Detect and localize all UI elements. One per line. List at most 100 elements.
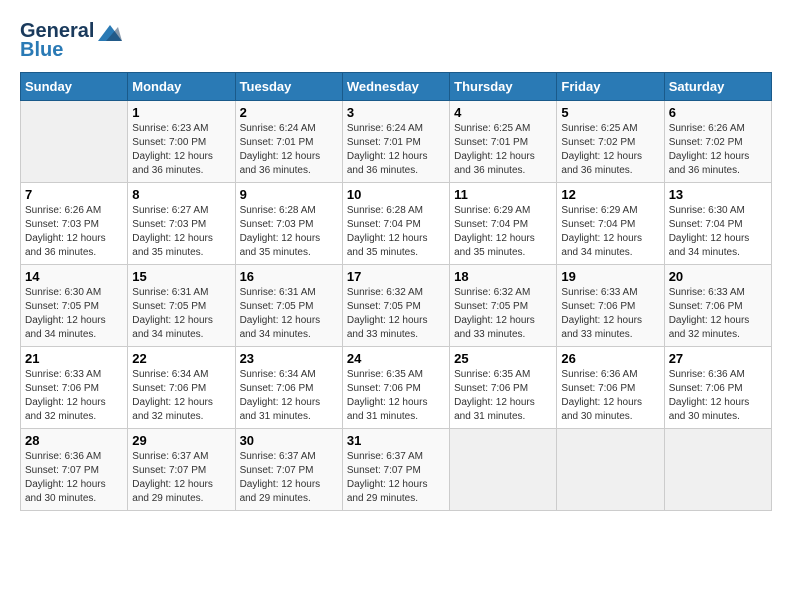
day-info: Sunrise: 6:35 AMSunset: 7:06 PMDaylight:… xyxy=(454,368,552,424)
day-number: 11 xyxy=(454,187,552,202)
calendar-cell: 28 Sunrise: 6:36 AMSunset: 7:07 PMDayligh… xyxy=(21,429,128,511)
day-number: 5 xyxy=(561,105,659,120)
day-number: 29 xyxy=(132,433,230,448)
day-number: 7 xyxy=(25,187,123,202)
calendar-cell: 7 Sunrise: 6:26 AMSunset: 7:03 PMDaylight… xyxy=(21,183,128,265)
day-info: Sunrise: 6:33 AMSunset: 7:06 PMDaylight:… xyxy=(25,368,123,424)
day-info: Sunrise: 6:37 AMSunset: 7:07 PMDaylight:… xyxy=(240,450,338,506)
day-number: 20 xyxy=(669,269,767,284)
day-number: 26 xyxy=(561,351,659,366)
calendar-cell: 23Sunrise: 6:34 AMSunset: 7:06 PMDayligh… xyxy=(235,347,342,429)
day-info: Sunrise: 6:36 AMSunset: 7:06 PMDaylight:… xyxy=(669,368,767,424)
calendar-cell: 29 Sunrise: 6:37 AMSunset: 7:07 PMDayligh… xyxy=(128,429,235,511)
calendar-cell: 25 Sunrise: 6:35 AMSunset: 7:06 PMDayligh… xyxy=(450,347,557,429)
day-info: Sunrise: 6:31 AMSunset: 7:05 PMDaylight:… xyxy=(240,286,338,342)
day-info: Sunrise: 6:26 AMSunset: 7:03 PMDaylight:… xyxy=(25,204,123,260)
day-info: Sunrise: 6:37 AMSunset: 7:07 PMDaylight:… xyxy=(347,450,445,506)
day-info: Sunrise: 6:36 AMSunset: 7:06 PMDaylight:… xyxy=(561,368,659,424)
calendar-cell: 3Sunrise: 6:24 AMSunset: 7:01 PMDaylight… xyxy=(342,101,449,183)
logo-blue-text: Blue xyxy=(20,39,63,62)
logo-icon xyxy=(98,23,122,43)
day-number: 3 xyxy=(347,105,445,120)
col-header-friday: Friday xyxy=(557,73,664,101)
day-info: Sunrise: 6:25 AMSunset: 7:01 PMDaylight:… xyxy=(454,122,552,178)
calendar-cell: 24 Sunrise: 6:35 AMSunset: 7:06 PMDayligh… xyxy=(342,347,449,429)
day-number: 17 xyxy=(347,269,445,284)
page-header: General Blue xyxy=(20,20,772,62)
day-number: 21 xyxy=(25,351,123,366)
col-header-sunday: Sunday xyxy=(21,73,128,101)
calendar-cell xyxy=(450,429,557,511)
day-info: Sunrise: 6:37 AMSunset: 7:07 PMDaylight:… xyxy=(132,450,230,506)
calendar-cell: 18 Sunrise: 6:32 AMSunset: 7:05 PMDayligh… xyxy=(450,265,557,347)
day-number: 25 xyxy=(454,351,552,366)
calendar-cell: 30 Sunrise: 6:37 AMSunset: 7:07 PMDayligh… xyxy=(235,429,342,511)
day-number: 1 xyxy=(132,105,230,120)
col-header-thursday: Thursday xyxy=(450,73,557,101)
day-number: 22 xyxy=(132,351,230,366)
day-number: 6 xyxy=(669,105,767,120)
day-info: Sunrise: 6:29 AMSunset: 7:04 PMDaylight:… xyxy=(561,204,659,260)
calendar-cell: 20Sunrise: 6:33 AMSunset: 7:06 PMDayligh… xyxy=(664,265,771,347)
calendar-cell: 4 Sunrise: 6:25 AMSunset: 7:01 PMDaylight… xyxy=(450,101,557,183)
day-info: Sunrise: 6:28 AMSunset: 7:03 PMDaylight:… xyxy=(240,204,338,260)
calendar-cell: 26 Sunrise: 6:36 AMSunset: 7:06 PMDayligh… xyxy=(557,347,664,429)
calendar-week-5: 28 Sunrise: 6:36 AMSunset: 7:07 PMDayligh… xyxy=(21,429,772,511)
day-info: Sunrise: 6:34 AMSunset: 7:06 PMDaylight:… xyxy=(132,368,230,424)
day-number: 28 xyxy=(25,433,123,448)
day-number: 12 xyxy=(561,187,659,202)
day-number: 24 xyxy=(347,351,445,366)
day-info: Sunrise: 6:24 AMSunset: 7:01 PMDaylight:… xyxy=(240,122,338,178)
calendar-cell: 15 Sunrise: 6:31 AMSunset: 7:05 PMDayligh… xyxy=(128,265,235,347)
calendar-week-3: 14Sunrise: 6:30 AMSunset: 7:05 PMDayligh… xyxy=(21,265,772,347)
day-info: Sunrise: 6:23 AMSunset: 7:00 PMDaylight:… xyxy=(132,122,230,178)
day-info: Sunrise: 6:32 AMSunset: 7:05 PMDaylight:… xyxy=(347,286,445,342)
day-info: Sunrise: 6:32 AMSunset: 7:05 PMDaylight:… xyxy=(454,286,552,342)
calendar-cell xyxy=(21,101,128,183)
calendar-cell: 19 Sunrise: 6:33 AMSunset: 7:06 PMDayligh… xyxy=(557,265,664,347)
day-number: 30 xyxy=(240,433,338,448)
day-number: 9 xyxy=(240,187,338,202)
calendar-cell: 27 Sunrise: 6:36 AMSunset: 7:06 PMDayligh… xyxy=(664,347,771,429)
calendar-table: SundayMondayTuesdayWednesdayThursdayFrid… xyxy=(20,72,772,511)
calendar-cell: 9 Sunrise: 6:28 AMSunset: 7:03 PMDaylight… xyxy=(235,183,342,265)
calendar-cell: 10Sunrise: 6:28 AMSunset: 7:04 PMDayligh… xyxy=(342,183,449,265)
day-info: Sunrise: 6:29 AMSunset: 7:04 PMDaylight:… xyxy=(454,204,552,260)
day-info: Sunrise: 6:30 AMSunset: 7:04 PMDaylight:… xyxy=(669,204,767,260)
day-number: 19 xyxy=(561,269,659,284)
day-info: Sunrise: 6:36 AMSunset: 7:07 PMDaylight:… xyxy=(25,450,123,506)
day-number: 23 xyxy=(240,351,338,366)
calendar-cell: 12 Sunrise: 6:29 AMSunset: 7:04 PMDayligh… xyxy=(557,183,664,265)
day-number: 18 xyxy=(454,269,552,284)
calendar-header-row: SundayMondayTuesdayWednesdayThursdayFrid… xyxy=(21,73,772,101)
calendar-cell xyxy=(664,429,771,511)
day-info: Sunrise: 6:35 AMSunset: 7:06 PMDaylight:… xyxy=(347,368,445,424)
day-number: 2 xyxy=(240,105,338,120)
calendar-cell: 17 Sunrise: 6:32 AMSunset: 7:05 PMDayligh… xyxy=(342,265,449,347)
col-header-monday: Monday xyxy=(128,73,235,101)
day-info: Sunrise: 6:33 AMSunset: 7:06 PMDaylight:… xyxy=(561,286,659,342)
col-header-tuesday: Tuesday xyxy=(235,73,342,101)
day-info: Sunrise: 6:25 AMSunset: 7:02 PMDaylight:… xyxy=(561,122,659,178)
day-number: 16 xyxy=(240,269,338,284)
calendar-cell: 14Sunrise: 6:30 AMSunset: 7:05 PMDayligh… xyxy=(21,265,128,347)
day-info: Sunrise: 6:26 AMSunset: 7:02 PMDaylight:… xyxy=(669,122,767,178)
day-number: 31 xyxy=(347,433,445,448)
day-number: 4 xyxy=(454,105,552,120)
calendar-cell: 1 Sunrise: 6:23 AMSunset: 7:00 PMDaylight… xyxy=(128,101,235,183)
col-header-wednesday: Wednesday xyxy=(342,73,449,101)
day-info: Sunrise: 6:30 AMSunset: 7:05 PMDaylight:… xyxy=(25,286,123,342)
calendar-cell: 8Sunrise: 6:27 AMSunset: 7:03 PMDaylight… xyxy=(128,183,235,265)
logo: General Blue xyxy=(20,20,122,62)
day-number: 10 xyxy=(347,187,445,202)
col-header-saturday: Saturday xyxy=(664,73,771,101)
day-number: 15 xyxy=(132,269,230,284)
day-number: 27 xyxy=(669,351,767,366)
calendar-cell: 6 Sunrise: 6:26 AMSunset: 7:02 PMDaylight… xyxy=(664,101,771,183)
calendar-cell: 13Sunrise: 6:30 AMSunset: 7:04 PMDayligh… xyxy=(664,183,771,265)
calendar-week-2: 7 Sunrise: 6:26 AMSunset: 7:03 PMDaylight… xyxy=(21,183,772,265)
calendar-cell xyxy=(557,429,664,511)
calendar-cell: 11 Sunrise: 6:29 AMSunset: 7:04 PMDayligh… xyxy=(450,183,557,265)
day-info: Sunrise: 6:31 AMSunset: 7:05 PMDaylight:… xyxy=(132,286,230,342)
calendar-cell: 5 Sunrise: 6:25 AMSunset: 7:02 PMDaylight… xyxy=(557,101,664,183)
